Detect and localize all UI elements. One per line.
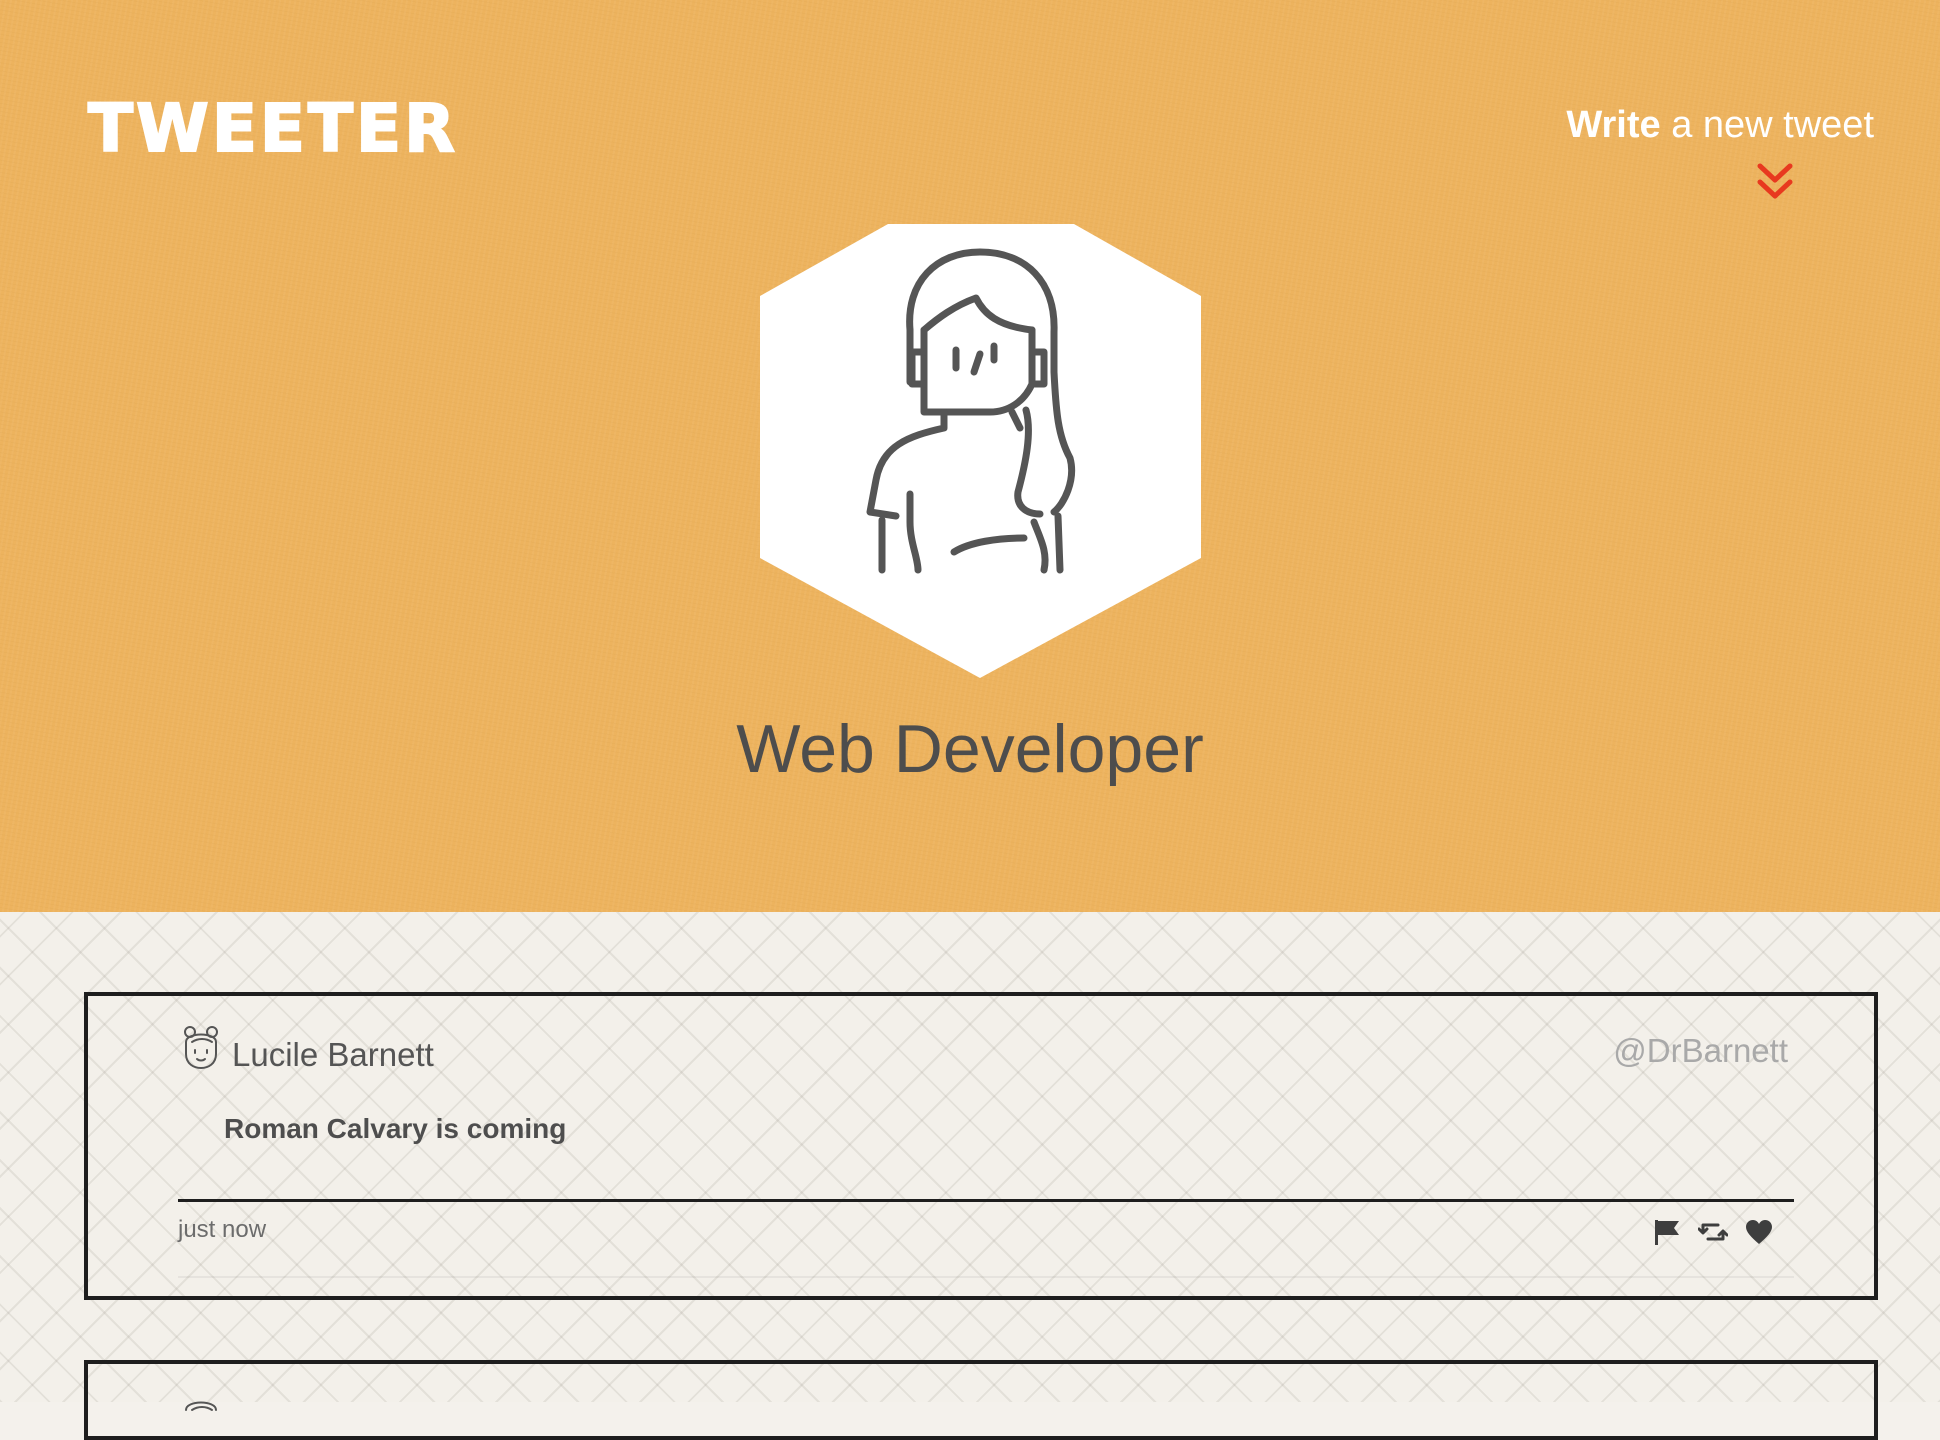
tweet-divider bbox=[178, 1199, 1794, 1202]
tweet-actions bbox=[1652, 1218, 1774, 1248]
tweet-body: Roman Calvary is coming bbox=[224, 1113, 567, 1144]
double-chevron-down-icon[interactable] bbox=[1755, 160, 1795, 206]
profile-avatar bbox=[758, 222, 1204, 680]
user-avatar-icon bbox=[185, 1401, 217, 1411]
profile-header: TWEETER Write a new tweet Web Developer bbox=[0, 0, 1940, 912]
tweet-card bbox=[84, 1360, 1878, 1440]
profile-title: Web Developer bbox=[736, 711, 1204, 787]
compose-toggle-label: a new tweet bbox=[1660, 104, 1874, 146]
heart-icon[interactable] bbox=[1744, 1218, 1774, 1246]
app-logo[interactable]: TWEETER bbox=[87, 95, 458, 163]
tweet-timestamp: just now bbox=[178, 1216, 267, 1243]
user-avatar-icon bbox=[184, 1026, 218, 1069]
tweet-card: Lucile Barnett @DrBarnett Roman Calvary … bbox=[84, 992, 1878, 1300]
write-new-tweet-toggle[interactable]: Write a new tweet bbox=[1534, 104, 1874, 148]
flag-icon[interactable] bbox=[1652, 1218, 1682, 1246]
compose-toggle-strong-label: Write bbox=[1566, 104, 1661, 146]
tweet-author-handle[interactable]: @DrBarnett bbox=[1613, 1034, 1788, 1067]
tweet-footer-line bbox=[178, 1276, 1794, 1278]
retweet-icon[interactable] bbox=[1698, 1218, 1728, 1246]
tweet-author-name[interactable]: Lucile Barnett bbox=[232, 1038, 434, 1071]
profile-avatar-icon bbox=[760, 224, 1201, 678]
